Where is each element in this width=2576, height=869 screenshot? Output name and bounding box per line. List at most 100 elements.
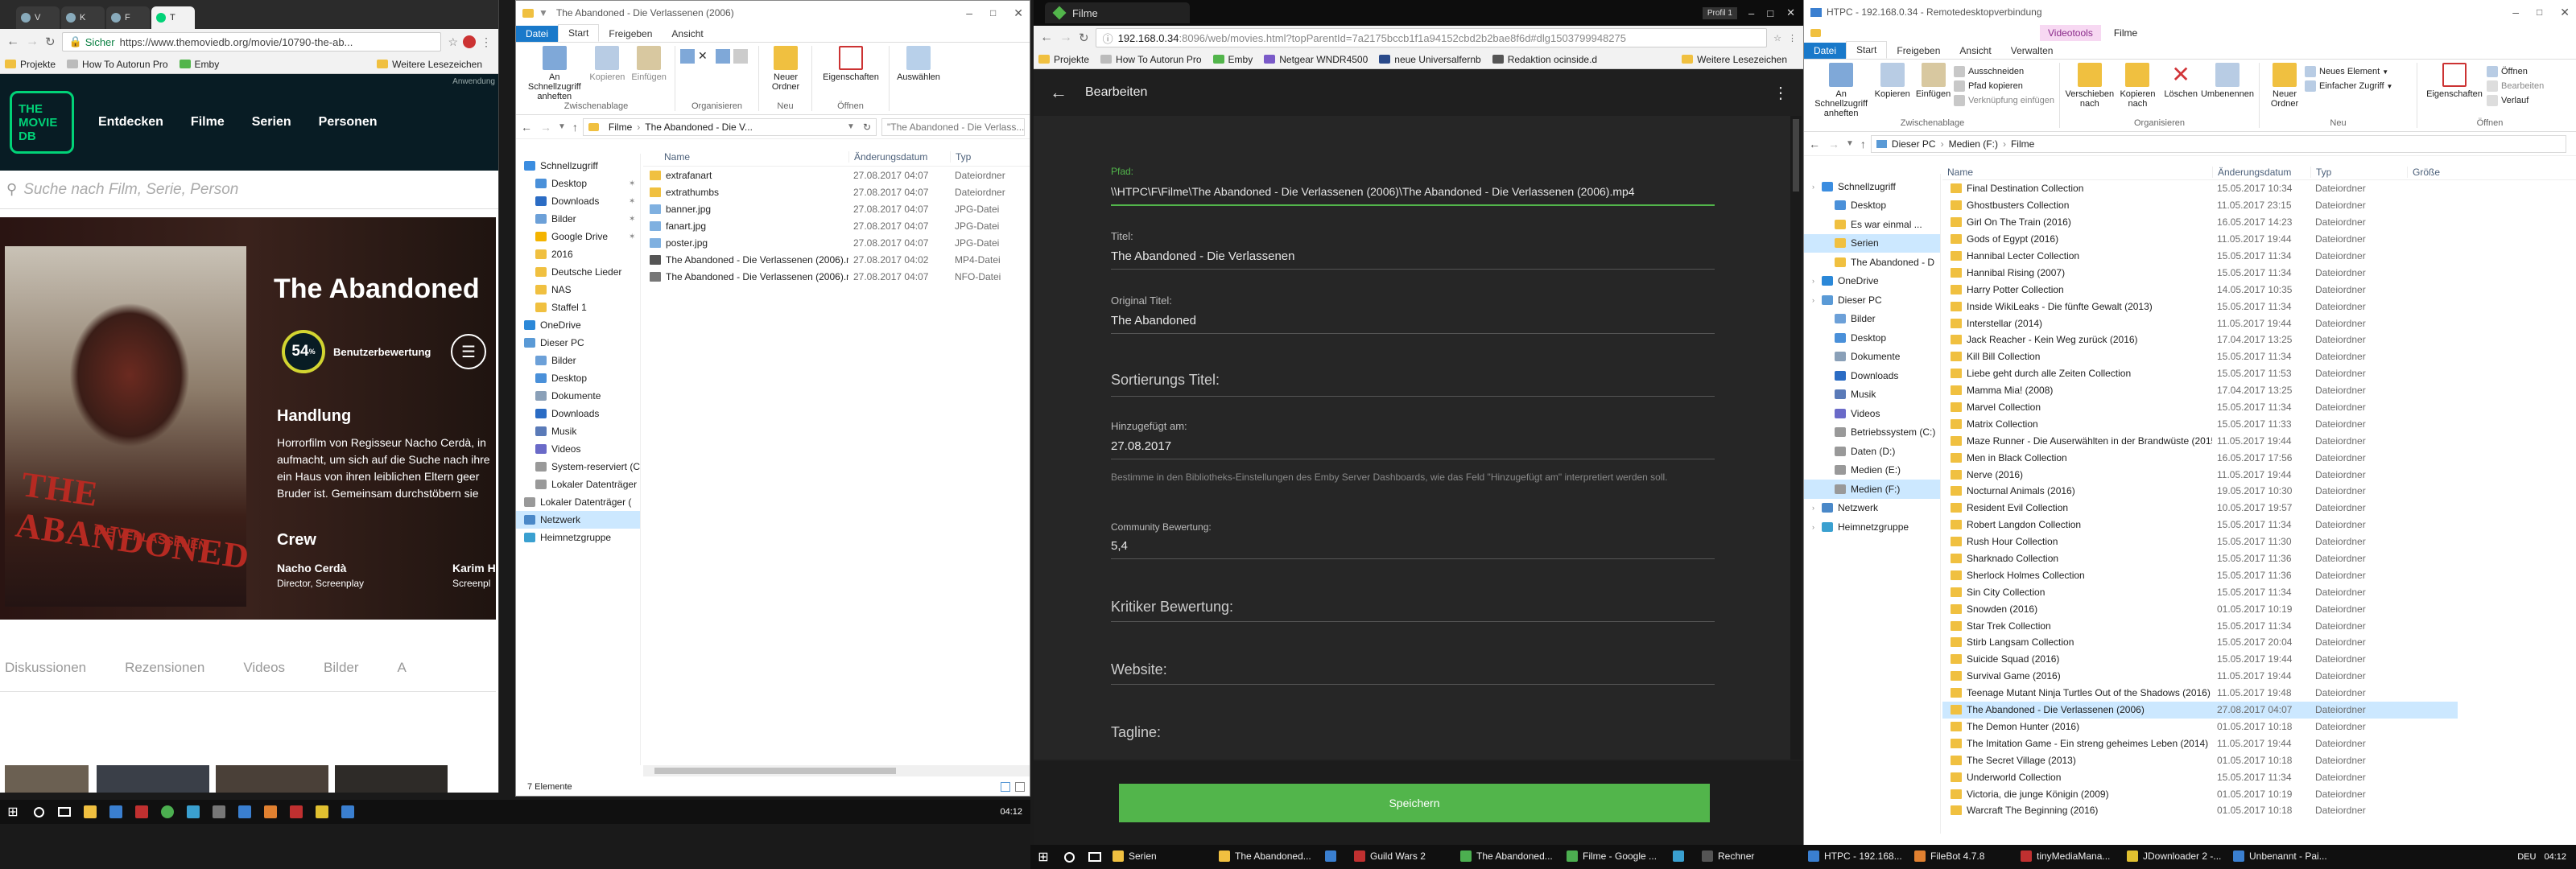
pin-icon[interactable]: ✶ — [629, 233, 635, 241]
thumbnail[interactable] — [335, 765, 448, 793]
nav-item[interactable]: › Netzwerk — [1804, 499, 1940, 518]
crew-member[interactable]: Karim H Screenpl — [452, 562, 496, 589]
star-icon[interactable]: ☆ — [448, 35, 458, 49]
nav-item[interactable]: Musik — [516, 422, 640, 440]
taskbar-task[interactable] — [1668, 842, 1695, 869]
nav-item[interactable]: Heimnetzgruppe — [516, 529, 640, 546]
file-row[interactable]: Rush Hour Collection 15.05.2017 11:30 Date… — [1942, 533, 2458, 550]
nav-item[interactable]: Desktop — [516, 369, 640, 387]
taskbar-app[interactable] — [156, 801, 179, 823]
nav-item[interactable]: Es war einmal ... — [1804, 215, 1940, 234]
scroll-thumb[interactable] — [1793, 119, 1799, 192]
file-row[interactable]: Teenage Mutant Ninja Turtles Out of the … — [1942, 685, 2458, 702]
select-button[interactable]: Auswählen — [894, 46, 943, 82]
task-view-button[interactable] — [53, 801, 76, 823]
nav-item[interactable]: Bilder ✶ — [516, 210, 640, 228]
new-element-button[interactable]: Neues Element ▼ — [2305, 64, 2392, 79]
pin-icon[interactable]: ✶ — [629, 179, 635, 188]
maximize-icon[interactable]: □ — [2537, 6, 2542, 18]
bookmark-item[interactable]: How To Autorun Pro — [1100, 54, 1202, 65]
dropdown-icon[interactable]: ▼ — [847, 122, 855, 131]
column-name[interactable]: Name — [643, 151, 848, 163]
copy-path-button[interactable]: Pfad kopieren — [1953, 79, 2054, 93]
start-button[interactable]: ⊞ — [1032, 846, 1055, 868]
bookmark-item[interactable]: Projekte — [5, 59, 56, 70]
file-row[interactable]: Men in Black Collection 16.05.2017 17:56 D… — [1942, 449, 2458, 466]
column-type[interactable]: Typ — [2310, 166, 2407, 178]
taskbar-task[interactable]: The Abandoned... — [1214, 842, 1319, 869]
ribbon-tab-start[interactable]: Start — [1846, 41, 1888, 59]
breadcrumb-item[interactable]: Filme — [2011, 138, 2034, 150]
taskbar-app[interactable] — [336, 801, 359, 823]
date-added-input[interactable]: 27.08.2017 — [1111, 439, 1715, 453]
recent-icon[interactable]: ▼ — [558, 122, 566, 131]
refresh-icon[interactable]: ↻ — [863, 121, 871, 133]
back-arrow-icon[interactable]: ← — [1050, 82, 1067, 103]
file-row[interactable]: Maze Runner - Die Auserwählten in der Br… — [1942, 432, 2458, 449]
file-row[interactable]: Hannibal Rising (2007) 15.05.2017 11:34 Da… — [1942, 264, 2458, 281]
expand-icon[interactable]: › — [1812, 183, 1822, 191]
reload-icon[interactable]: ↻ — [1079, 31, 1089, 45]
nav-filme[interactable]: Filme — [191, 115, 225, 130]
file-row[interactable]: Sherlock Holmes Collection 15.05.2017 11:… — [1942, 566, 2458, 583]
save-button[interactable]: Speichern — [1119, 784, 1710, 822]
up-icon[interactable]: ↑ — [572, 121, 578, 134]
chrome-tab[interactable]: F — [106, 6, 150, 29]
nav-item[interactable]: Dieser PC — [516, 334, 640, 352]
nav-item[interactable]: › Dieser PC — [1804, 290, 1940, 310]
nav-serien[interactable]: Serien — [252, 115, 291, 130]
file-row[interactable]: Final Destination Collection 15.05.2017 1… — [1942, 180, 2458, 197]
forward-icon[interactable]: → — [540, 121, 551, 134]
taskbar-task[interactable]: The Abandoned... — [1455, 842, 1560, 869]
file-row[interactable]: The Secret Village (2013) 01.05.2017 10:1… — [1942, 752, 2458, 768]
thumbnail[interactable] — [97, 765, 209, 793]
move-icon[interactable] — [680, 49, 695, 64]
file-row[interactable]: Liebe geht durch alle Zeiten Collection 1… — [1942, 365, 2458, 382]
taskbar-task[interactable] — [1320, 842, 1348, 869]
tray-lang[interactable]: DEU — [2517, 852, 2536, 862]
file-row[interactable]: fanart.jpg 27.08.2017 04:07 JPG-Datei — [643, 217, 1030, 234]
open-button[interactable]: Öffnen — [2487, 64, 2544, 79]
tab-rezensionen[interactable]: Rezensionen — [125, 660, 204, 676]
file-row[interactable]: Suicide Squad (2016) 15.05.2017 19:44 Date… — [1942, 651, 2458, 668]
minimize-icon[interactable]: – — [2512, 6, 2519, 19]
ribbon-tab-ansicht[interactable]: Ansicht — [1950, 43, 2000, 59]
breadcrumb-item[interactable]: The Abandoned - Die V... — [645, 121, 753, 133]
easy-access-button[interactable]: Einfacher Zugriff ▼ — [2305, 79, 2392, 93]
taskbar-task[interactable]: Rechner — [1697, 842, 1802, 869]
edit-button[interactable]: Bearbeiten — [2487, 79, 2544, 93]
taskbar-app[interactable] — [285, 801, 308, 823]
taskbar-app[interactable] — [130, 801, 153, 823]
maximize-icon[interactable]: □ — [1767, 7, 1773, 19]
nav-item[interactable]: Videos — [516, 440, 640, 458]
nav-item[interactable]: Desktop ✶ — [516, 175, 640, 192]
tmdb-logo[interactable]: THE MOVIE DB — [10, 91, 74, 154]
forward-icon[interactable]: → — [1828, 138, 1839, 150]
file-row[interactable]: Sharknado Collection 15.05.2017 11:36 Date… — [1942, 550, 2458, 567]
form-scrollbar[interactable] — [1790, 116, 1802, 760]
bookmark-item[interactable]: Redaktion ocinside.d — [1492, 54, 1597, 65]
nav-item[interactable]: Lokaler Datenträger — [516, 476, 640, 493]
bookmark-item[interactable]: Emby — [179, 59, 219, 70]
file-row[interactable]: Inside WikiLeaks - Die fünfte Gewalt (20… — [1942, 298, 2458, 315]
pin-icon[interactable]: ✶ — [629, 197, 635, 206]
path-input[interactable]: \\HTPC\F\Filme\The Abandoned - Die Verla… — [1111, 185, 1690, 198]
scroll-thumb[interactable] — [654, 768, 896, 774]
nav-personen[interactable]: Personen — [319, 115, 378, 130]
nav-item[interactable]: Medien (F:) — [1804, 480, 1940, 499]
file-row[interactable]: Girl On The Train (2016) 16.05.2017 14:23… — [1942, 214, 2458, 231]
nav-item[interactable]: Google Drive ✶ — [516, 228, 640, 245]
properties-button[interactable]: Eigenschaften — [817, 46, 885, 82]
bookmark-item[interactable]: Emby — [1212, 54, 1253, 65]
breadcrumb-item[interactable]: Dieser PC — [1892, 138, 1936, 150]
website-label[interactable]: Website: — [1111, 661, 1167, 678]
minimize-icon[interactable]: – — [1748, 7, 1754, 19]
nav-item[interactable]: › Heimnetzgruppe — [1804, 517, 1940, 537]
file-row[interactable]: extrafanart 27.08.2017 04:07 Dateiordner — [643, 167, 1030, 183]
more-icon[interactable]: ⋮ — [1773, 83, 1789, 103]
copyto-icon[interactable] — [716, 49, 730, 64]
taskbar-task[interactable]: JDownloader 2 -... — [2122, 842, 2227, 869]
file-row[interactable]: poster.jpg 27.08.2017 04:07 JPG-Datei — [643, 234, 1030, 251]
file-row[interactable]: Sin City Collection 15.05.2017 11:34 Datei… — [1942, 583, 2458, 600]
file-row[interactable]: Star Trek Collection 15.05.2017 11:34 Date… — [1942, 617, 2458, 634]
